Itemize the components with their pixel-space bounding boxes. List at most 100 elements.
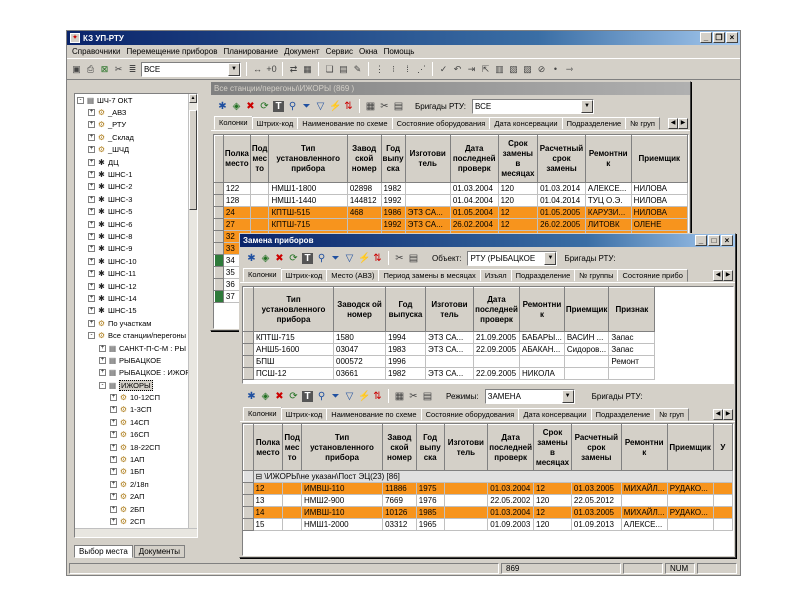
- text-icon[interactable]: T: [302, 252, 313, 264]
- tree-node[interactable]: + ✱ ШНС-8: [75, 230, 197, 242]
- expand-icon[interactable]: +: [88, 270, 95, 278]
- location-tree[interactable]: - ▦ ШЧ-7 ОКТ + ⚙ _АВЗ + ⚙ _РТУ + ⚙ _Склад + ⚙ _ШЧД + ✱ ДЦ…: [74, 93, 198, 538]
- clipboard-icon[interactable]: ▤: [408, 253, 419, 264]
- expand-icon[interactable]: +: [99, 356, 106, 364]
- brigade-combo[interactable]: ВСЕ ▼: [472, 98, 594, 114]
- move-icon[interactable]: ⇥: [466, 64, 477, 75]
- copy-icon[interactable]: ❏: [324, 64, 335, 75]
- column-header[interactable]: Ремонтни к: [620, 424, 668, 471]
- expand-icon[interactable]: +: [110, 517, 117, 525]
- tab-item[interactable]: Состояние оборудования: [391, 117, 491, 130]
- expand-icon[interactable]: +: [110, 468, 117, 476]
- grid-view-icon[interactable]: ▦: [365, 101, 376, 112]
- menu-item-pomosch[interactable]: Помощь: [381, 47, 418, 56]
- column-header[interactable]: Дата последней проверк: [473, 287, 520, 332]
- chevron-down-icon[interactable]: ▼: [228, 62, 240, 76]
- export-icon[interactable]: ⇱: [480, 64, 491, 75]
- expand-icon[interactable]: +: [88, 146, 95, 154]
- minimize-button[interactable]: _: [695, 235, 707, 246]
- next-icon[interactable]: ⇾: [564, 64, 575, 75]
- column-header[interactable]: Дата последней проверк: [449, 135, 499, 183]
- stations-window-titlebar[interactable]: Все станции/перегоны\ИЖОРЫ (869 ): [211, 82, 690, 95]
- tab-item[interactable]: Подразделение: [510, 269, 576, 282]
- expand-icon[interactable]: +: [88, 245, 95, 253]
- column-header[interactable]: Приемщик: [666, 424, 714, 471]
- tree4-icon[interactable]: ⋰: [416, 64, 427, 75]
- tree-node[interactable]: + ✱ ШНС-6: [75, 218, 197, 230]
- expand-icon[interactable]: +: [88, 232, 95, 240]
- object-combo[interactable]: РТУ (РЫБАЦКОЕ ▼: [467, 250, 558, 266]
- table-row[interactable]: 128 НМШ1-1440 144812 1992 01.04.2004 120 01.04…: [214, 194, 688, 207]
- expand-icon[interactable]: +: [110, 480, 117, 488]
- row-indicator[interactable]: [243, 482, 254, 495]
- tree-node[interactable]: + ⚙ _АВЗ: [75, 106, 197, 118]
- undo-icon[interactable]: ↶: [452, 64, 463, 75]
- expand-icon[interactable]: +: [110, 505, 117, 513]
- rows-icon[interactable]: ▨: [522, 64, 533, 75]
- row-indicator[interactable]: [243, 494, 254, 507]
- tree-node[interactable]: + ✱ ШНС-1: [75, 168, 197, 180]
- new-icon[interactable]: ✱: [246, 391, 257, 402]
- tab-left-icon[interactable]: ◀: [713, 270, 723, 281]
- tab-item[interactable]: Изъял: [479, 269, 512, 282]
- tab-item[interactable]: Состояние оборудования: [420, 408, 520, 421]
- table-row[interactable]: 27 КПТШ-715 1992 ЭТЗ СА... 26.02.2004 12 26.02…: [214, 218, 688, 231]
- column-header[interactable]: Тип установленного прибора: [268, 135, 348, 183]
- minimize-button[interactable]: _: [700, 32, 712, 43]
- scroll-thumb[interactable]: [189, 110, 197, 210]
- tree-node[interactable]: + ✱ ШНС-3: [75, 193, 197, 205]
- tab-left-icon[interactable]: ◀: [668, 118, 678, 129]
- expand-icon[interactable]: +: [88, 195, 95, 203]
- funnel-icon[interactable]: ▽: [315, 101, 326, 112]
- list-icon[interactable]: ≣: [127, 64, 138, 75]
- expand-icon[interactable]: +: [88, 109, 95, 117]
- expand-icon[interactable]: +: [88, 171, 95, 179]
- expand-icon[interactable]: +: [88, 183, 95, 191]
- wand-icon[interactable]: ⚡: [329, 101, 341, 112]
- delete-icon[interactable]: ✖: [274, 253, 285, 264]
- tree-node[interactable]: + ⚙ 1-3СП: [75, 404, 197, 416]
- tab-item[interactable]: Дата консервации: [489, 117, 563, 130]
- tree-node[interactable]: + ⚙ 2АП: [75, 491, 197, 503]
- column-header[interactable]: Расчетный срок замены: [537, 135, 586, 183]
- check-icon[interactable]: ✓: [438, 64, 449, 75]
- clipboard-icon[interactable]: ▤: [393, 101, 404, 112]
- columns-icon[interactable]: ▧: [508, 64, 519, 75]
- search-icon[interactable]: ⚲: [287, 101, 298, 112]
- expand-icon[interactable]: +: [88, 282, 95, 290]
- expand-icon[interactable]: +: [88, 220, 95, 228]
- tab-item[interactable]: Подразделение: [561, 117, 627, 130]
- column-header[interactable]: Изготови тель: [443, 424, 489, 471]
- row-indicator[interactable]: [214, 254, 224, 267]
- tree-node[interactable]: + ✱ ШНС-15: [75, 305, 197, 317]
- tab-item[interactable]: Место (АВЗ): [326, 269, 380, 282]
- tab-item[interactable]: Состояние прибо: [617, 269, 688, 282]
- row-indicator[interactable]: [243, 355, 254, 368]
- column-header[interactable]: Полка место: [252, 424, 284, 471]
- link-icon[interactable]: ⊘: [536, 64, 547, 75]
- menu-item-spravochniki[interactable]: Справочники: [69, 47, 123, 56]
- search-icon[interactable]: ⚲: [316, 391, 327, 402]
- chevron-down-icon[interactable]: ▼: [561, 389, 574, 403]
- add-icon[interactable]: ◈: [231, 101, 242, 112]
- menu-item-servis[interactable]: Сервис: [323, 47, 356, 56]
- expand-icon[interactable]: +: [88, 307, 95, 315]
- close-button[interactable]: ×: [721, 235, 733, 246]
- collapse-icon[interactable]: -: [77, 96, 84, 104]
- expand-icon[interactable]: +: [110, 493, 117, 501]
- search-icon[interactable]: ⚲: [316, 253, 327, 264]
- add-icon[interactable]: ◈: [260, 253, 271, 264]
- column-header[interactable]: Признак: [608, 287, 656, 332]
- expand-icon[interactable]: +: [110, 394, 117, 402]
- tree-node[interactable]: + ✱ ДЦ: [75, 156, 197, 168]
- column-header[interactable]: Расчетный срок замены: [570, 424, 622, 471]
- tree-node[interactable]: - ▦ ИЖОРЫ: [75, 379, 197, 391]
- filter-icon[interactable]: ⏷: [330, 253, 341, 264]
- tab-item[interactable]: Наименование по схеме: [297, 117, 393, 130]
- tab-right-icon[interactable]: ▶: [678, 118, 688, 129]
- collapse-icon[interactable]: -: [99, 381, 106, 389]
- tree-node[interactable]: + ▦ РЫБАЦКОЕ : ИЖОР: [75, 367, 197, 379]
- delete-icon[interactable]: ✖: [274, 391, 285, 402]
- text-icon[interactable]: T: [302, 390, 313, 402]
- print-icon[interactable]: ⎙: [85, 64, 96, 75]
